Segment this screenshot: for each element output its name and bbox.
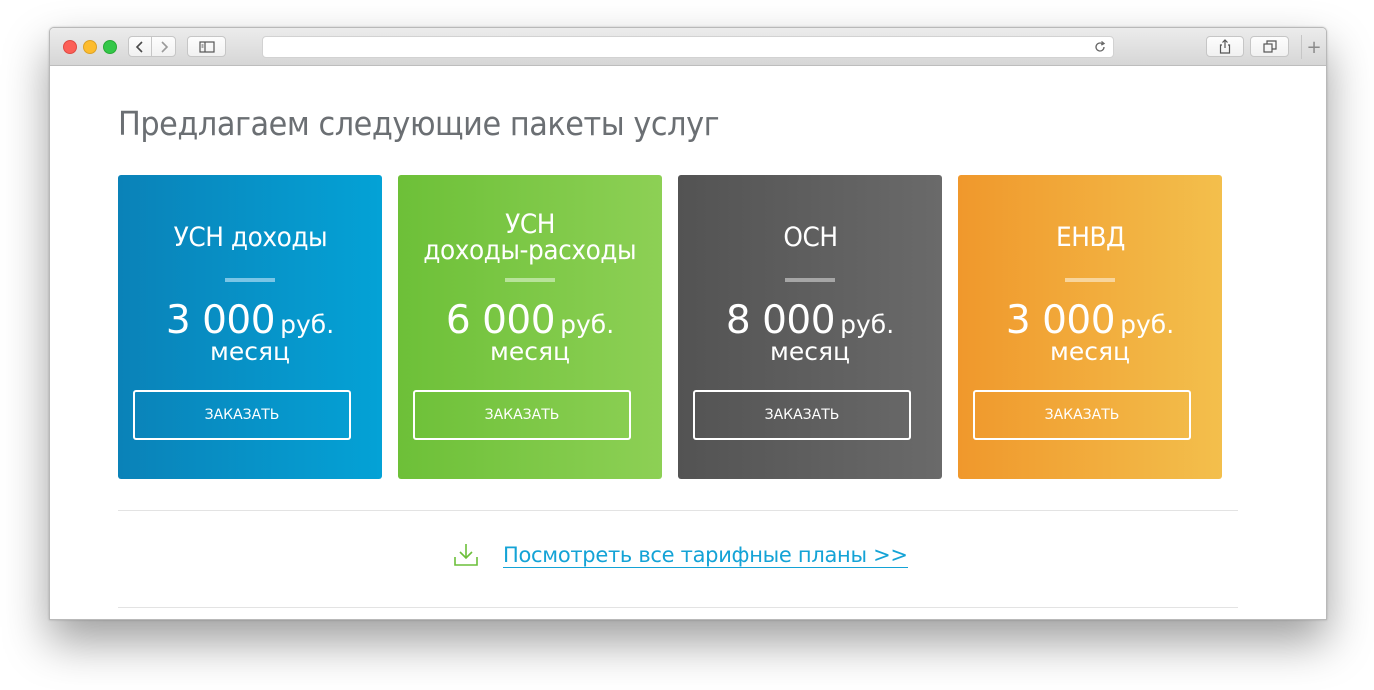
- plan-period: месяц: [769, 337, 851, 366]
- download-icon[interactable]: [453, 542, 479, 568]
- plan-price-currency: руб.: [1120, 310, 1175, 339]
- plan-period: месяц: [209, 337, 291, 366]
- plan-card-usn-income-expense: УСН доходы-расходы 6 000 руб. месяц ЗАКА…: [398, 175, 662, 479]
- plan-title-line: УСН доходы: [173, 222, 327, 253]
- plan-title-line: доходы-расходы: [423, 235, 637, 266]
- order-button[interactable]: ЗАКАЗАТЬ: [973, 390, 1191, 440]
- close-window-button[interactable]: [63, 40, 77, 54]
- new-tab-button[interactable]: +: [1301, 35, 1326, 59]
- all-plans-link[interactable]: Посмотреть все тарифные планы >>: [503, 543, 908, 568]
- section-divider-bottom: [118, 607, 1238, 608]
- plan-divider: [505, 278, 555, 282]
- chevron-left-icon: [135, 40, 143, 53]
- share-icon: [1219, 39, 1231, 54]
- share-button[interactable]: [1206, 36, 1244, 57]
- sidebar-toggle-button[interactable]: [187, 36, 226, 57]
- tabs-overview-button[interactable]: [1250, 36, 1289, 57]
- plan-divider: [225, 278, 275, 282]
- plan-card-osn: ОСН 8 000 руб. месяц ЗАКАЗАТЬ: [678, 175, 942, 479]
- browser-window: + Предлагаем следующие пакеты услуг УСН …: [49, 27, 1327, 620]
- reload-icon[interactable]: [1093, 40, 1107, 54]
- plan-title: ЕНВД: [958, 203, 1222, 273]
- plan-card-envd: ЕНВД 3 000 руб. месяц ЗАКАЗАТЬ: [958, 175, 1222, 479]
- plan-title: ОСН: [678, 203, 942, 273]
- plan-title: УСН доходы-расходы: [398, 203, 662, 273]
- address-bar[interactable]: [262, 36, 1114, 58]
- order-button[interactable]: ЗАКАЗАТЬ: [133, 390, 351, 440]
- plan-title-line: ЕНВД: [1055, 222, 1125, 253]
- section-divider-top: [118, 510, 1238, 511]
- all-plans-row: Посмотреть все тарифные планы >>: [453, 535, 908, 575]
- zoom-window-button[interactable]: [103, 40, 117, 54]
- plan-price-currency: руб.: [840, 310, 895, 339]
- order-button[interactable]: ЗАКАЗАТЬ: [693, 390, 911, 440]
- minimize-window-button[interactable]: [83, 40, 97, 54]
- page-content: Предлагаем следующие пакеты услуг УСН до…: [50, 66, 1326, 619]
- plan-price-currency: руб.: [280, 310, 335, 339]
- tabs-overview-icon: [1262, 40, 1277, 53]
- browser-toolbar: +: [50, 28, 1326, 66]
- forward-button[interactable]: [151, 36, 176, 57]
- plan-divider: [785, 278, 835, 282]
- sidebar-icon: [198, 40, 215, 53]
- plan-period: месяц: [1049, 337, 1131, 366]
- plan-card-usn-income: УСН доходы 3 000 руб. месяц ЗАКАЗАТЬ: [118, 175, 382, 479]
- plan-title: УСН доходы: [118, 203, 382, 273]
- plus-icon: +: [1306, 36, 1322, 58]
- plan-period: месяц: [489, 337, 571, 366]
- back-button[interactable]: [128, 36, 152, 57]
- plan-price-currency: руб.: [560, 310, 615, 339]
- chevron-right-icon: [160, 40, 168, 53]
- order-button[interactable]: ЗАКАЗАТЬ: [413, 390, 631, 440]
- plan-title-line: ОСН: [782, 222, 838, 253]
- page-heading: Предлагаем следующие пакеты услуг: [118, 104, 720, 143]
- plan-divider: [1065, 278, 1115, 282]
